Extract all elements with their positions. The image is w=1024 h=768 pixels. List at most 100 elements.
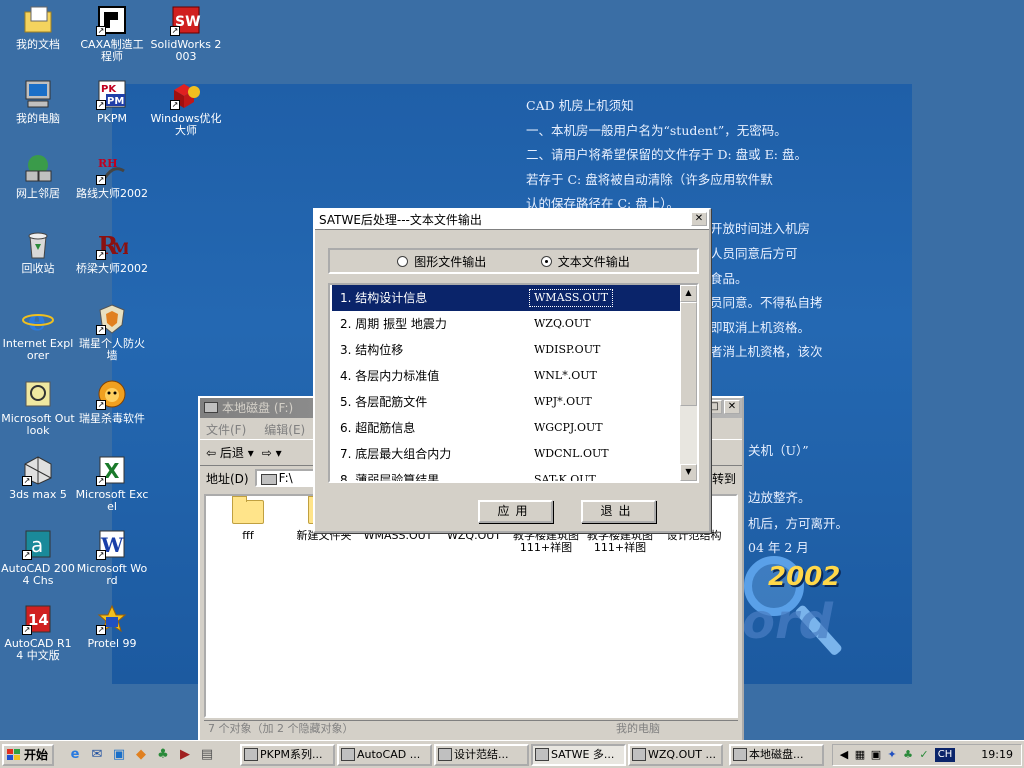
desktop-icon-my-computer[interactable]: 我的电脑 [0, 78, 76, 125]
desktop-icon-rising-firewall[interactable]: ↗ 瑞星个人防火墙 [74, 303, 150, 362]
desktop-icon-protel[interactable]: ↗ Protel 99 [74, 603, 150, 650]
list-item[interactable]: 7. 底层最大组合内力 WDCNL.OUT [332, 441, 680, 467]
network-neighborhood-icon [22, 153, 54, 185]
monitor-tray-icon[interactable]: ▣ [869, 748, 883, 762]
taskbar-task-autocad[interactable]: AutoCAD ... [337, 744, 432, 766]
menu-file[interactable]: 文件(F) [206, 421, 246, 437]
svg-text:PK: PK [101, 84, 117, 95]
desktop-icon-windows-optimizer[interactable]: ↗ Windows优化大师 [148, 78, 224, 137]
list-item[interactable]: 1. 结构设计信息 WMASS.OUT [332, 285, 680, 311]
quicklaunch-outlook-icon[interactable]: ✉ [88, 745, 106, 763]
notice-fragment: 食品。 [710, 271, 748, 286]
tree-tray-icon[interactable]: ♣ [901, 748, 915, 762]
my-computer-icon [22, 78, 54, 110]
item-name: 4. 各层内力标准值 [340, 369, 440, 383]
item-name: 7. 底层最大组合内力 [340, 447, 452, 461]
clock[interactable]: 19:19 [981, 748, 1013, 761]
list-item[interactable]: 8. 薄弱层验算结果 SAT-K.OUT [332, 467, 680, 483]
folder-icon [232, 496, 264, 524]
desktop-icon-caxa[interactable]: ↗ CAXA制造工程师 [74, 4, 150, 63]
quicklaunch-tree-icon[interactable]: ♣ [154, 745, 172, 763]
quicklaunch-desktop-icon[interactable]: ▣ [110, 745, 128, 763]
close-button[interactable]: ✕ [724, 400, 740, 414]
scroll-up-arrow-icon[interactable]: ▲ [680, 285, 697, 302]
item-file: WDCNL.OUT [534, 447, 609, 460]
goto-button[interactable]: 转到 [712, 470, 736, 487]
list-item[interactable]: 3. 结构位移 WDISP.OUT [332, 337, 680, 363]
list-item[interactable]: 4. 各层内力标准值 WNL*.OUT [332, 363, 680, 389]
file-item[interactable]: fff [208, 496, 288, 542]
output-file-list[interactable]: 1. 结构设计信息 WMASS.OUT 2. 周期 振型 地震力 WZQ.OUT… [328, 283, 699, 483]
pkpm-icon: PK PM ↗ [96, 78, 128, 110]
desktop-icon-internet-explorer[interactable]: e Internet Explorer [0, 303, 76, 362]
apply-button[interactable]: 应用 [478, 500, 553, 523]
item-file: WGCPJ.OUT [534, 421, 603, 434]
list-scrollbar[interactable]: ▲ ▼ [680, 285, 697, 481]
dialog-close-button[interactable]: ✕ [691, 212, 707, 226]
item-name: 6. 超配筋信息 [340, 421, 416, 435]
desktop-icon-pkpm[interactable]: PK PM ↗ PKPM [74, 78, 150, 125]
desktop-icon-recycle-bin[interactable]: 回收站 [0, 228, 76, 275]
item-name: 3. 结构位移 [340, 343, 404, 357]
output-type-radio-group: 图形文件输出 文本文件输出 [328, 248, 699, 274]
notice-fragment: 边放整齐。 [748, 490, 811, 505]
notice-fragment: 开放时间进入机房 [710, 221, 811, 236]
desktop-icon-3dsmax[interactable]: ↗ 3ds max 5 [0, 454, 76, 501]
exit-button[interactable]: 退出 [581, 500, 656, 523]
list-item[interactable]: 2. 周期 振型 地震力 WZQ.OUT [332, 311, 680, 337]
desktop-icon-outlook[interactable]: Microsoft Outlook [0, 378, 76, 437]
desktop-icon-network[interactable]: 网上邻居 [0, 153, 76, 200]
desktop-icon-autocad-2004[interactable]: a ↗ AutoCAD 2004 Chs [0, 528, 76, 587]
list-item[interactable]: 5. 各层配筋文件 WPJ*.OUT [332, 389, 680, 415]
file-item[interactable]: 教学楼建筑图111+祥图 [506, 530, 586, 554]
scroll-down-arrow-icon[interactable]: ▼ [680, 464, 697, 481]
quicklaunch-rising-icon[interactable]: ◆ [132, 745, 150, 763]
pkpm-task-icon [244, 748, 258, 761]
taskbar-task-wzq[interactable]: WZQ.OUT ... [628, 744, 723, 766]
satwe-output-dialog[interactable]: SATWE后处理---文本文件输出 ✕ 图形文件输出 文本文件输出 1. 结构设… [313, 208, 711, 533]
network-tray-icon[interactable]: ▦ [853, 748, 867, 762]
item-name: 8. 薄弱层验算结果 [340, 473, 440, 483]
task-label: 本地磁盘... [749, 748, 804, 761]
taskbar-task-design[interactable]: 设计范结... [434, 744, 529, 766]
taskbar-task-satwe[interactable]: SATWE 多... [531, 744, 626, 766]
windows-optimizer-icon: ↗ [170, 78, 202, 110]
task-label: WZQ.OUT ... [648, 748, 716, 761]
quicklaunch-media-icon[interactable]: ▶ [176, 745, 194, 763]
list-item[interactable]: 6. 超配筋信息 WGCPJ.OUT [332, 415, 680, 441]
scroll-thumb[interactable] [680, 302, 697, 406]
menu-edit[interactable]: 编辑(E) [264, 421, 305, 437]
radio-text-output[interactable]: 文本文件输出 [540, 253, 630, 270]
item-file: WDISP.OUT [534, 343, 601, 356]
notice-fragment: 员同意。不得私自拷 [710, 295, 823, 310]
svg-text:X: X [104, 459, 120, 483]
taskbar-task-pkpm[interactable]: PKPM系列... [240, 744, 335, 766]
ime-tray-icon[interactable]: ✦ [885, 748, 899, 762]
notice-fragment: 人员同意后方可 [710, 246, 798, 261]
notice-fragment: 机后，方可离开。 [748, 516, 849, 531]
file-item[interactable]: 教学楼建筑图111+祥图 [580, 530, 660, 554]
forward-button[interactable]: ⇨ ▾ [262, 446, 282, 460]
desktop-icon-route-master[interactable]: RH ↗ 路线大师2002 [74, 153, 150, 200]
firewall-tray-icon[interactable]: ✓ [917, 748, 931, 762]
taskbar-task-local-disk[interactable]: 本地磁盘... [729, 744, 824, 766]
desktop-icon-my-documents[interactable]: 我的文档 [0, 4, 76, 51]
desktop-icon-autocad-r14[interactable]: 14 ↗ AutoCAD R14 中文版 [0, 603, 76, 662]
desktop-icon-excel[interactable]: X ↗ Microsoft Excel [74, 454, 150, 513]
language-indicator[interactable]: CH [935, 748, 955, 762]
dialog-title-bar[interactable]: SATWE后处理---文本文件输出 ✕ [315, 210, 709, 230]
desktop-icon-solidworks[interactable]: SW ↗ SolidWorks 2003 [148, 4, 224, 63]
desktop-icon-rising-antivirus[interactable]: ↗ 瑞星杀毒软件 [74, 378, 150, 425]
quicklaunch-misc-icon[interactable]: ▤ [198, 745, 216, 763]
volume-icon[interactable]: ◀ [837, 748, 851, 762]
desktop-icon-word[interactable]: W ↗ Microsoft Word [74, 528, 150, 587]
item-file: WMASS.OUT [528, 289, 614, 307]
task-label: AutoCAD ... [357, 748, 421, 761]
back-button[interactable]: ⇦ 后退 ▾ [206, 444, 254, 461]
word-icon: W ↗ [96, 530, 125, 560]
desktop-icon-bridge-master[interactable]: RM ↗ 桥梁大师2002 [74, 228, 150, 275]
quicklaunch-ie-icon[interactable]: e [66, 745, 84, 763]
start-button[interactable]: 开始 [2, 744, 54, 766]
satwe-task-icon [535, 748, 549, 761]
radio-graphic-output[interactable]: 图形文件输出 [397, 253, 486, 270]
